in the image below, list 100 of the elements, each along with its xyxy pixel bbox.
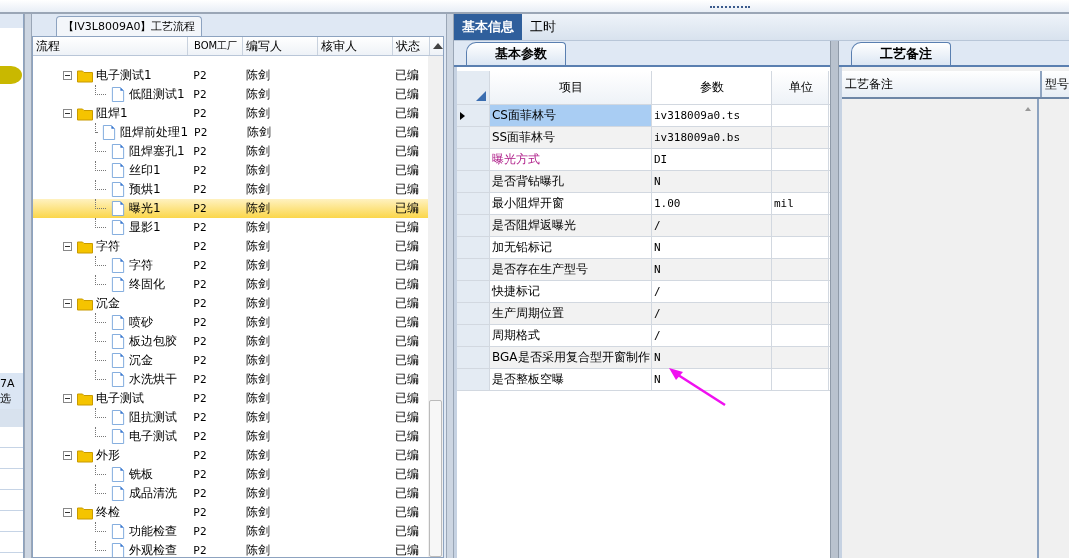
step-name: 电子测试 [96,390,144,407]
table-cell-text: 已编 [394,428,421,445]
tree-row[interactable]: 功能检查 P2 陈剑 已编 [33,522,428,541]
table-cell[interactable]: DI [652,149,772,170]
row-indicator[interactable] [457,105,490,126]
table-cell[interactable]: / [652,325,772,346]
tree-row[interactable]: 板边包胶 P2 陈剑 已编 [33,332,428,351]
tree-row[interactable]: 终固化 P2 陈剑 已编 [33,275,428,294]
tree-row[interactable]: 字符 P2 陈剑 已编 [33,237,428,256]
tree-row[interactable]: 阻焊前处理1 P2 陈剑 已编 [33,123,428,142]
table-cell-text: 陈剑 [245,333,271,350]
tab[interactable]: 基本信息 [454,14,522,40]
document-icon [110,258,126,273]
table-cell[interactable]: 1.00 [652,193,772,214]
tree-row[interactable]: 低阻测试1 P2 陈剑 已编 [33,85,428,104]
table-cell: 生产周期位置 [490,303,652,324]
step-name: 功能检查 [129,523,177,540]
tree-row[interactable]: 阻焊1 P2 陈剑 已编 [33,104,428,123]
document-icon [110,277,126,292]
table-cell: 是否背钻曝孔 [490,171,652,192]
table-cell-text: P2 [192,182,208,198]
tree-row[interactable]: 电子测试 P2 陈剑 已编 [33,389,428,408]
table-cell-text: 陈剑 [245,276,271,293]
arrow-annotation [667,365,727,407]
tree-row[interactable]: 水洗烘干 P2 陈剑 已编 [33,370,428,389]
collapse-icon[interactable] [63,242,72,251]
tree-row[interactable]: 喷砂 P2 陈剑 已编 [33,313,428,332]
collapse-icon[interactable] [63,71,72,80]
step-name: 阻焊前处理1 [120,124,188,141]
table-cell-text: P2 [192,201,208,217]
table-cell[interactable]: N [652,171,772,192]
column-header[interactable]: 项目 [490,71,652,104]
tree-row[interactable]: 电子测试 P2 陈剑 已编 [33,427,428,446]
tree-row[interactable]: 丝印1 P2 陈剑 已编 [33,161,428,180]
table-cell[interactable]: N [652,369,772,390]
table-cell[interactable]: / [652,281,772,302]
tree-row[interactable]: 阻抗测试 P2 陈剑 已编 [33,408,428,427]
table-cell-text: P2 [192,106,208,122]
column-header[interactable]: 型号 [1042,71,1069,97]
table-cell[interactable]: / [652,215,772,236]
collapse-icon[interactable] [63,109,72,118]
folder-icon [77,448,93,463]
table-cell-text: P2 [192,543,208,557]
tree-row[interactable]: 外形 P2 陈剑 已编 [33,446,428,465]
column-header[interactable]: 流程 [33,37,188,55]
panel-title: 【IV3L8009A0】工艺流程 [56,16,203,36]
column-header[interactable]: 工艺备注 [842,71,1042,97]
tree-row[interactable]: 沉金 P2 陈剑 已编 [33,351,428,370]
selected-tree-row[interactable]: 曝光1 P2 陈剑 已编 [33,199,428,218]
document-icon [110,334,126,349]
tree-row[interactable]: 外观检查 P2 陈剑 已编 [33,541,428,557]
collapse-icon[interactable] [63,394,72,403]
tree-row[interactable]: 成品清洗 P2 陈剑 已编 [33,484,428,503]
table-cell-text: P2 [192,87,208,103]
column-header[interactable]: 核审人 [318,37,393,55]
collapse-icon[interactable] [63,508,72,517]
table-cell-text: P2 [192,410,208,426]
tree-row[interactable]: 字符 P2 陈剑 已编 [33,256,428,275]
table-cell[interactable]: N [652,237,772,258]
table-cell-text: 已编 [394,504,421,521]
tree-row[interactable]: 沉金 P2 陈剑 已编 [33,294,428,313]
table-cell: 是否整板空曝 [490,369,652,390]
table-cell-text: 已编 [394,238,421,255]
column-header[interactable]: 单位 [772,71,829,104]
column-header[interactable]: 编写人 [243,37,318,55]
table-cell-text: 已编 [394,143,421,160]
tab[interactable]: 工时 [522,14,564,40]
table-cell[interactable]: iv318009a0.bs [652,127,772,148]
tree-row[interactable]: 电子测试1 P2 陈剑 已编 [33,66,428,85]
collapse-icon[interactable] [63,299,72,308]
splitter[interactable] [830,41,839,558]
table-cell-text: P2 [192,429,208,445]
tree-row[interactable]: 终检 P2 陈剑 已编 [33,503,428,522]
table-cell: mil [772,193,829,214]
tree-row[interactable]: 阻焊塞孔1 P2 陈剑 已编 [33,142,428,161]
document-icon [110,163,126,178]
table-cell[interactable]: N [652,347,772,368]
tab[interactable]: 工艺备注 [851,42,951,65]
tree-row[interactable]: 显影1 P2 陈剑 已编 [33,218,428,237]
scrollbar-thumb[interactable] [429,400,442,557]
table-cell-text: 已编 [394,409,421,426]
splitter[interactable] [24,14,32,558]
tree-row[interactable]: 铣板 P2 陈剑 已编 [33,465,428,484]
table-cell-text: 陈剑 [245,105,271,122]
table-cell-text: 已编 [394,162,421,179]
table-cell[interactable]: / [652,303,772,324]
table-cell: BGA是否采用复合型开窗制作 [490,347,652,368]
collapse-icon[interactable] [63,451,72,460]
table-cell-text: P2 [192,239,208,255]
table-cell-text: 陈剑 [245,371,271,388]
tab[interactable]: 基本参数 [466,42,566,65]
table-cell[interactable]: N [652,259,772,280]
column-header[interactable]: 状态 [393,37,430,55]
step-name: 终检 [96,504,120,521]
tree-row[interactable]: 预烘1 P2 陈剑 已编 [33,180,428,199]
table-cell-text: 已编 [394,181,421,198]
step-name: 沉金 [129,352,153,369]
step-name: 电子测试 [129,428,177,445]
table-cell[interactable]: iv318009a0.ts [652,105,772,126]
column-header[interactable]: BOM工厂 [188,37,243,55]
